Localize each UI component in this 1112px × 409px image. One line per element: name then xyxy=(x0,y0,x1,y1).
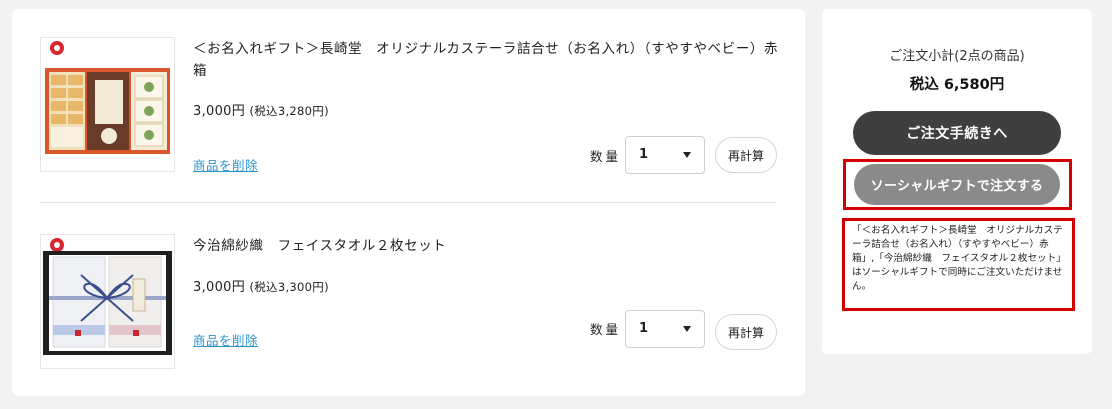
castella-gift-box-image[interactable] xyxy=(40,37,175,172)
quantity-label: 数量 xyxy=(590,149,622,164)
quantity-value: 1 xyxy=(639,321,649,336)
caret-down-icon xyxy=(683,326,691,332)
cart-item: 今治綿紗織 フェイスタオル２枚セット 3,000円 (税込3,300円) 商品を… xyxy=(40,234,777,379)
item-price-value: 3,000円 xyxy=(193,104,246,119)
delete-item-link[interactable]: 商品を削除 xyxy=(193,155,258,174)
checkout-button[interactable]: ご注文手続きへ xyxy=(853,111,1061,155)
item-name[interactable]: 今治綿紗織 フェイスタオル２枚セット xyxy=(193,235,783,257)
item-price-value: 3,000円 xyxy=(193,280,246,295)
item-tax-price: (税込3,300円) xyxy=(249,280,329,294)
recalculate-button[interactable]: 再計算 xyxy=(715,137,777,173)
quantity-select[interactable]: 1 xyxy=(625,136,705,174)
towel-gift-set-image[interactable] xyxy=(40,234,175,369)
item-divider xyxy=(40,202,777,203)
item-tax-price: (税込3,280円) xyxy=(249,104,329,118)
cart-item: ＜お名入れギフト＞長崎堂 オリジナルカステーラ詰合せ（お名入れ）（すやすやベビー… xyxy=(40,37,777,181)
cart-items-panel: ＜お名入れギフト＞長崎堂 オリジナルカステーラ詰合せ（お名入れ）（すやすやベビー… xyxy=(12,9,805,396)
social-gift-order-button[interactable]: ソーシャルギフトで注文する xyxy=(854,164,1060,205)
order-summary-panel: ご注文小計(2点の商品) 税込 6,580円 ご注文手続きへ ソーシャルギフトで… xyxy=(822,9,1092,354)
quantity-select[interactable]: 1 xyxy=(625,310,705,348)
item-name[interactable]: ＜お名入れギフト＞長崎堂 オリジナルカステーラ詰合せ（お名入れ）（すやすやベビー… xyxy=(193,38,783,82)
item-price: 3,000円 (税込3,300円) xyxy=(193,276,329,295)
recalculate-button[interactable]: 再計算 xyxy=(715,314,777,350)
quantity-label: 数量 xyxy=(590,322,622,337)
item-price: 3,000円 (税込3,280円) xyxy=(193,100,329,119)
caret-down-icon xyxy=(683,152,691,158)
subtotal-label: ご注文小計(2点の商品) xyxy=(889,49,1025,64)
quantity-value: 1 xyxy=(639,147,649,162)
subtotal-value: 税込 6,580円 xyxy=(909,77,1005,93)
social-gift-notice: 「＜お名入れギフト＞長崎堂 オリジナルカステーラ詰合せ（お名入れ）（すやすやベビ… xyxy=(852,225,1066,292)
delete-item-link[interactable]: 商品を削除 xyxy=(193,330,258,349)
